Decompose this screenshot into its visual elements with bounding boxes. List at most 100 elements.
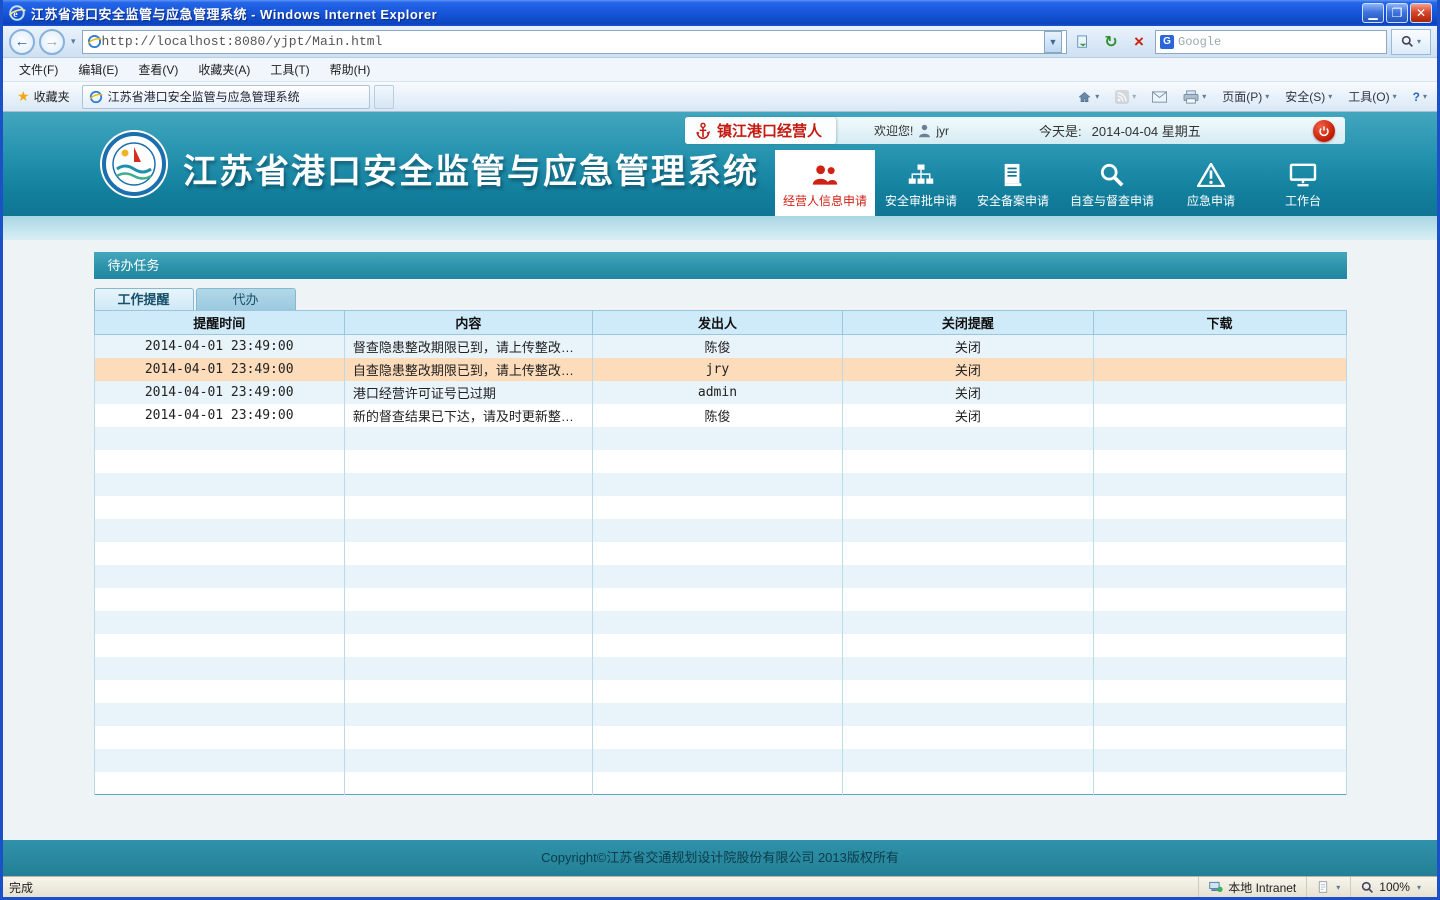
cell-close: 关闭 [843,381,1093,404]
search-button[interactable]: ▾ [1391,29,1431,55]
intranet-icon [1209,881,1223,893]
anchor-icon [695,122,711,140]
tools-menu-button[interactable]: 工具(O)▾ [1344,85,1400,108]
window-title: 江苏省港口安全监管与应急管理系统 - Windows Internet Expl… [31,4,1362,23]
minimize-button[interactable]: ▁ [1362,3,1384,23]
status-text: 完成 [9,879,1198,896]
table-row[interactable]: 2014-04-01 23:49:00新的督查结果已下达，请及时更新整改结果陈俊… [94,404,1346,427]
operator-badge: 镇江港口经营人 [685,117,836,144]
logout-button[interactable] [1313,120,1335,142]
nav-label: 自查与督查申请 [1070,192,1154,209]
command-bar: ▾ ▾ ▾ [1073,85,1431,108]
empty-row [94,588,1346,611]
nav-item-alert[interactable]: 应急申请 [1165,154,1257,216]
cell-content: 自查隐患整改期限已到，请上传整改结果… [344,358,592,381]
nav-label: 工作台 [1285,192,1321,209]
forward-button[interactable]: → [39,29,65,55]
menu-item[interactable]: 帮助(H) [320,58,381,81]
column-header: 关闭提醒 [843,311,1093,335]
nav-item-people[interactable]: 经营人信息申请 [775,150,875,216]
favorites-button[interactable]: ★ 收藏夹 [9,85,78,108]
task-tab[interactable]: 代办 [196,288,296,310]
refresh-button[interactable]: ↻ [1099,30,1123,54]
protected-mode-segment[interactable]: ▾ [1306,877,1350,897]
close-reminder-link[interactable]: 关闭 [955,409,981,424]
feeds-button[interactable]: ▾ [1111,87,1140,107]
read-mail-button[interactable] [1148,88,1171,106]
menu-item[interactable]: 查看(V) [128,58,188,81]
menu-item[interactable]: 收藏夹(A) [188,58,260,81]
back-button[interactable]: ← [9,29,35,55]
user-icon [918,124,931,138]
table-row[interactable]: 2014-04-01 23:49:00港口经营许可证号已过期admin关闭 [94,381,1346,404]
close-reminder-link[interactable]: 关闭 [955,363,981,378]
empty-row [94,703,1346,726]
svg-text:e: e [13,9,18,20]
doc-icon [1001,163,1025,187]
print-button[interactable]: ▾ [1179,87,1210,107]
safety-menu-button[interactable]: 安全(S)▾ [1281,85,1336,108]
cell-sender: 陈俊 [592,335,842,358]
people-icon [811,163,839,187]
url-input[interactable] [102,34,1044,49]
site-title: 江苏省港口安全监管与应急管理系统 [183,144,759,193]
cell-content: 港口经营许可证号已过期 [344,381,592,404]
history-dropdown[interactable]: ▾ [69,36,78,47]
cell-download [1093,404,1346,427]
empty-row [94,519,1346,542]
web-page: 江苏省港口安全监管与应急管理系统 镇江港口经营人 欢迎您! [3,112,1437,876]
close-button[interactable]: ✕ [1410,3,1432,23]
empty-row [94,680,1346,703]
home-button[interactable]: ▾ [1073,87,1103,107]
printer-icon [1183,90,1199,104]
panel-title: 待办任务 [94,252,1347,279]
maximize-button[interactable]: ❐ [1386,3,1408,23]
menu-item[interactable]: 工具(T) [260,58,319,81]
close-reminder-link[interactable]: 关闭 [955,340,981,355]
zone-indicator: 本地 Intranet [1198,877,1306,897]
table-body: 2014-04-01 23:49:00督查隐患整改期限已到，请上传整改结果…陈俊… [94,335,1346,795]
task-tab[interactable]: 工作提醒 [94,288,194,310]
copyright-text: Copyright©江苏省交通规划设计院股份有限公司 2013版权所有 [541,850,899,865]
new-tab-button[interactable] [374,85,394,109]
todo-panel: 待办任务 工作提醒代办 提醒时间内容发出人关闭提醒下载 2014-04-01 2… [94,252,1347,795]
cell-close: 关闭 [843,335,1093,358]
task-table: 提醒时间内容发出人关闭提醒下载 2014-04-01 23:49:00督查隐患整… [94,310,1347,795]
browser-tab[interactable]: 江苏省港口安全监管与应急管理系统 [82,85,370,109]
search-box[interactable]: G [1155,30,1387,54]
close-reminder-link[interactable]: 关闭 [955,386,981,401]
cell-close: 关闭 [843,358,1093,381]
menu-item[interactable]: 编辑(E) [68,58,128,81]
address-field[interactable]: ▼ [82,30,1067,54]
cell-time: 2014-04-01 23:49:00 [94,381,344,404]
page-menu-button[interactable]: 页面(P)▾ [1218,85,1273,108]
table-row[interactable]: 2014-04-01 23:49:00督查隐患整改期限已到，请上传整改结果…陈俊… [94,335,1346,358]
address-bar: ← → ▾ ▼ ↻ × G ▾ [3,26,1437,58]
nav-label: 经营人信息申请 [783,192,867,209]
cell-time: 2014-04-01 23:49:00 [94,358,344,381]
power-icon [1318,125,1330,137]
table-row[interactable]: 2014-04-01 23:49:00自查隐患整改期限已到，请上传整改结果…jr… [94,358,1346,381]
search-input[interactable] [1178,35,1382,49]
stop-button[interactable]: × [1127,30,1151,54]
empty-row [94,726,1346,749]
nav-label: 安全审批申请 [885,192,957,209]
help-button[interactable]: ?▾ [1409,87,1431,107]
site-header: 江苏省港口安全监管与应急管理系统 镇江港口经营人 欢迎您! [3,112,1437,216]
tab-title: 江苏省港口安全监管与应急管理系统 [108,88,300,105]
menu-item[interactable]: 文件(F) [9,58,68,81]
nav-item-org[interactable]: 安全审批申请 [875,154,967,216]
ie-icon-small [87,34,102,49]
nav-item-search[interactable]: 自查与督查申请 [1059,154,1165,216]
title-bar: e 江苏省港口安全监管与应急管理系统 - Windows Internet Ex… [3,0,1437,26]
cell-time: 2014-04-01 23:49:00 [94,335,344,358]
zoom-control[interactable]: 100% ▾ [1350,877,1431,897]
search-dropdown[interactable]: ▾ [1417,37,1421,46]
column-header: 发出人 [592,311,842,335]
compatibility-button[interactable] [1071,30,1095,54]
url-dropdown[interactable]: ▼ [1044,31,1062,53]
nav-item-monitor[interactable]: 工作台 [1257,154,1349,216]
content-area: 待办任务 工作提醒代办 提醒时间内容发出人关闭提醒下载 2014-04-01 2… [3,240,1437,840]
nav-item-doc[interactable]: 安全备案申请 [967,154,1059,216]
empty-row [94,611,1346,634]
